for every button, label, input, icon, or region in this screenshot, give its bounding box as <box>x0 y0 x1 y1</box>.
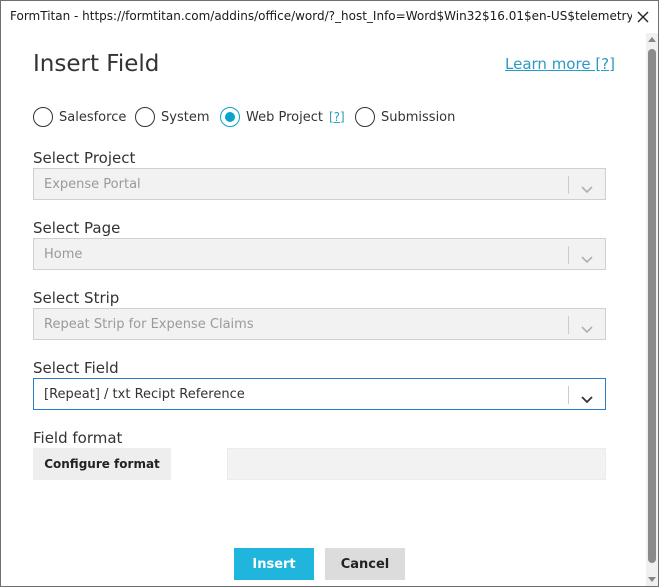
web-project-help-link[interactable]: [?] <box>329 110 345 124</box>
scroll-down-arrow-icon[interactable] <box>648 577 656 582</box>
select-divider <box>568 246 569 264</box>
page-select[interactable]: Home <box>33 238 606 270</box>
radio-label: Submission <box>381 109 456 125</box>
select-project-label: Select Project <box>33 149 136 167</box>
radio-salesforce[interactable]: Salesforce <box>33 107 126 127</box>
select-strip-label: Select Strip <box>33 289 120 307</box>
source-radio-group: Salesforce System Web Project [?] Submis… <box>33 107 633 131</box>
radio-label: Salesforce <box>59 109 127 125</box>
vertical-scrollbar[interactable] <box>646 33 658 586</box>
select-divider <box>568 176 569 194</box>
close-icon[interactable] <box>634 8 652 26</box>
title-bar: FormTitan - https://formtitan.com/addins… <box>1 1 658 33</box>
chevron-down-icon[interactable] <box>580 180 594 194</box>
field-format-label: Field format <box>33 429 123 447</box>
window-title: FormTitan - https://formtitan.com/addins… <box>10 9 632 23</box>
field-select-value: [Repeat] / txt Recipt Reference <box>44 387 245 402</box>
chevron-down-icon[interactable] <box>580 390 594 404</box>
radio-label: Web Project <box>246 109 323 125</box>
cancel-button[interactable]: Cancel <box>325 548 405 580</box>
radio-button-icon[interactable] <box>33 107 53 127</box>
strip-select-value: Repeat Strip for Expense Claims <box>44 317 254 332</box>
chevron-down-icon[interactable] <box>580 250 594 264</box>
scrollbar-thumb[interactable] <box>648 49 656 563</box>
learn-more-link[interactable]: Learn more [?] <box>505 55 615 73</box>
dialog-window: FormTitan - https://formtitan.com/addins… <box>0 0 659 587</box>
scroll-up-arrow-icon[interactable] <box>648 37 656 42</box>
configure-format-button[interactable]: Configure format <box>33 448 171 480</box>
chevron-down-icon[interactable] <box>580 320 594 334</box>
field-select[interactable]: [Repeat] / txt Recipt Reference <box>33 378 606 410</box>
insert-button[interactable]: Insert <box>234 548 314 580</box>
radio-submission[interactable]: Submission <box>355 107 455 127</box>
radio-web-project[interactable]: Web Project [?] <box>220 107 345 127</box>
project-select[interactable]: Expense Portal <box>33 168 606 200</box>
field-format-display <box>227 448 606 480</box>
radio-label: System <box>161 109 210 125</box>
select-divider <box>568 386 569 404</box>
select-divider <box>568 316 569 334</box>
radio-button-icon[interactable] <box>135 107 155 127</box>
select-field-label: Select Field <box>33 359 119 377</box>
radio-button-selected-icon[interactable] <box>220 107 240 127</box>
strip-select[interactable]: Repeat Strip for Expense Claims <box>33 308 606 340</box>
page-select-value: Home <box>44 247 83 262</box>
select-page-label: Select Page <box>33 219 121 237</box>
radio-button-icon[interactable] <box>355 107 375 127</box>
dialog-heading: Insert Field <box>33 51 160 77</box>
radio-system[interactable]: System <box>135 107 209 127</box>
project-select-value: Expense Portal <box>44 177 141 192</box>
